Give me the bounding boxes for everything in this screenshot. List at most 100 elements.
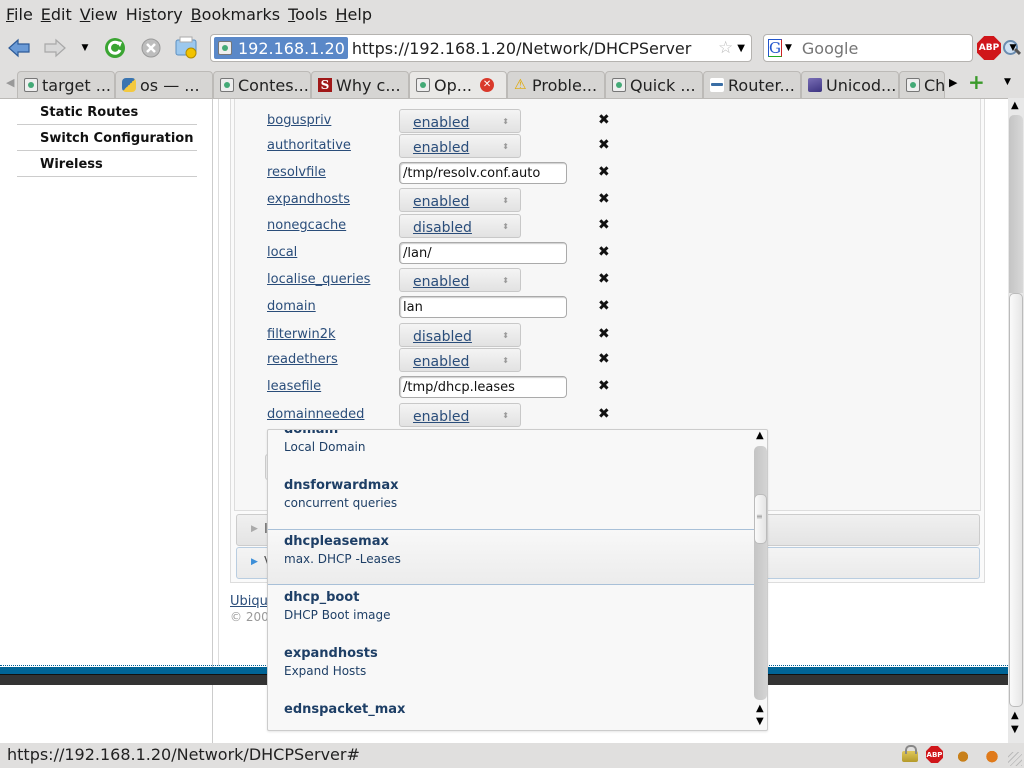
remove-icon[interactable]: ✖ <box>598 271 610 287</box>
remove-icon[interactable]: ✖ <box>598 217 610 233</box>
menu-bookmarks[interactable]: Bookmarks <box>189 5 286 24</box>
forward-button[interactable] <box>42 36 68 60</box>
sidebar-item-wireless[interactable]: Wireless <box>17 151 197 177</box>
url-dropdown-icon[interactable]: ▼ <box>737 43 745 54</box>
site-identity-button[interactable]: 192.168.1.20 <box>214 37 348 59</box>
tab-target[interactable]: target ... <box>17 71 115 98</box>
new-tab-icon[interactable]: + <box>968 70 985 94</box>
tab-why[interactable]: S Why c... <box>311 71 409 98</box>
option-text-input[interactable] <box>399 296 567 318</box>
option-select[interactable]: enabled ⬍ <box>399 188 521 212</box>
option-label[interactable]: domain <box>267 299 316 314</box>
scroll-up-icon[interactable]: ▲ <box>1011 100 1019 111</box>
option-label[interactable]: expandhosts <box>267 192 350 207</box>
autocomplete-item[interactable]: ednspacket_max <box>268 698 754 730</box>
tab-contest[interactable]: Contes... <box>213 71 311 98</box>
option-select[interactable]: enabled ⬍ <box>399 348 521 372</box>
menu-help[interactable]: Help <box>334 5 378 24</box>
resize-grip-icon[interactable] <box>1008 752 1022 766</box>
option-text-input[interactable] <box>399 242 567 264</box>
option-select[interactable]: disabled ⬍ <box>399 323 521 347</box>
google-engine-icon[interactable]: G <box>768 39 782 57</box>
reload-button[interactable] <box>103 36 127 60</box>
page-scrollbar[interactable]: ▲ ▲ ▼ <box>1008 98 1024 743</box>
option-label[interactable]: authoritative <box>267 138 351 153</box>
autocomplete-item[interactable]: expandhosts Expand Hosts <box>268 642 754 698</box>
adblock-icon: ABP <box>977 36 1001 60</box>
remove-icon[interactable]: ✖ <box>598 112 610 128</box>
home-button[interactable] <box>174 34 200 62</box>
stop-button[interactable] <box>139 36 163 60</box>
scroll-thumb[interactable] <box>1009 293 1023 707</box>
remove-icon[interactable]: ✖ <box>598 137 610 153</box>
tab-quick[interactable]: Quick ... <box>605 71 703 98</box>
remove-icon[interactable]: ✖ <box>598 244 610 260</box>
option-label[interactable]: resolvfile <box>267 165 326 180</box>
remove-icon[interactable]: ✖ <box>598 406 610 422</box>
scroll-down-icon[interactable]: ▼ <box>1011 724 1019 735</box>
option-select[interactable]: enabled ⬍ <box>399 134 521 158</box>
option-label[interactable]: boguspriv <box>267 113 331 128</box>
tab-list-icon[interactable]: ▼ <box>1004 77 1011 87</box>
engine-dropdown-icon[interactable]: ▼ <box>785 43 792 53</box>
sidebar-item-static-routes[interactable]: Static Routes <box>17 99 197 125</box>
option-text-input[interactable] <box>399 376 567 398</box>
url-bar[interactable]: 192.168.1.20 https://192.168.1.20/Networ… <box>210 34 752 62</box>
autocomplete-item[interactable]: dhcp_boot DHCP Boot image <box>268 586 754 642</box>
tab-scroll-left-icon[interactable]: ◀ <box>6 76 14 89</box>
adblock-button[interactable]: ABP <box>976 35 1002 61</box>
sidebar: Static Routes Switch Configuration Wirel… <box>0 99 213 743</box>
search-input[interactable] <box>795 38 1002 58</box>
menu-view[interactable]: View <box>78 5 124 24</box>
autocomplete-scrollbar[interactable]: ▲ ≡ ▲ ▼ <box>753 430 768 730</box>
autocomplete-item[interactable]: dnsforwardmax concurrent queries <box>268 474 754 530</box>
tab-openwrt-active[interactable]: Op... ✕ <box>409 71 507 98</box>
sidebar-item-switch-configuration[interactable]: Switch Configuration <box>17 125 197 151</box>
footer-link[interactable]: Ubiqu <box>230 594 268 609</box>
back-button[interactable] <box>6 36 32 60</box>
option-select[interactable]: enabled ⬍ <box>399 109 521 133</box>
scroll-up-icon[interactable]: ▲ <box>756 430 764 441</box>
option-label[interactable]: leasefile <box>267 379 321 394</box>
tab-unicode[interactable]: Unicod... <box>801 71 899 98</box>
option-label[interactable]: filterwin2k <box>267 327 336 342</box>
remove-icon[interactable]: ✖ <box>598 326 610 342</box>
url-text[interactable]: https://192.168.1.20/Network/DHCPServer <box>348 39 718 58</box>
history-dropdown-button[interactable]: ▼ <box>78 38 92 58</box>
scroll-up-icon[interactable]: ▲ <box>756 703 764 714</box>
autocomplete-item-highlighted[interactable]: dhcpleasemax max. DHCP -Leases <box>268 529 754 585</box>
tab-router[interactable]: Router... <box>703 71 801 98</box>
firebug-icon[interactable] <box>955 747 971 763</box>
menu-history[interactable]: History <box>124 5 189 24</box>
autocomplete-item[interactable]: domain Local Domain <box>268 430 754 474</box>
option-select[interactable]: enabled ⬍ <box>399 268 521 292</box>
tab-ch[interactable]: Ch <box>899 71 945 98</box>
remove-icon[interactable]: ✖ <box>598 378 610 394</box>
scroll-down-icon[interactable]: ▼ <box>756 716 764 727</box>
tab-scroll-right-icon[interactable]: ▶ <box>949 76 957 89</box>
menu-edit[interactable]: Edit <box>39 5 78 24</box>
firefox-addon-icon[interactable] <box>984 747 1000 763</box>
menu-file[interactable]: File <box>4 5 39 24</box>
option-label[interactable]: local <box>267 245 297 260</box>
option-label[interactable]: localise_queries <box>267 272 370 287</box>
option-label[interactable]: readethers <box>267 352 338 367</box>
ssl-lock-icon[interactable] <box>902 745 918 762</box>
option-select[interactable]: disabled ⬍ <box>399 214 521 238</box>
close-tab-icon[interactable]: ✕ <box>480 78 495 92</box>
option-text-input[interactable] <box>399 162 567 184</box>
tab-os[interactable]: os — ... <box>115 71 213 98</box>
option-select[interactable]: enabled ⬍ <box>399 403 521 427</box>
remove-icon[interactable]: ✖ <box>598 164 610 180</box>
bookmark-star-icon[interactable]: ☆ <box>718 38 733 58</box>
remove-icon[interactable]: ✖ <box>598 191 610 207</box>
menu-tools[interactable]: Tools <box>286 5 333 24</box>
remove-icon[interactable]: ✖ <box>598 298 610 314</box>
option-label[interactable]: nonegcache <box>267 218 346 233</box>
adblock-dropdown-button[interactable]: ▼ <box>1006 38 1020 58</box>
option-label[interactable]: domainneeded <box>267 407 364 422</box>
scroll-up-icon[interactable]: ▲ <box>1011 710 1019 721</box>
spinner-icon: ⬍ <box>502 196 509 205</box>
tab-problem[interactable]: ⚠ Proble... <box>507 71 605 98</box>
remove-icon[interactable]: ✖ <box>598 351 610 367</box>
